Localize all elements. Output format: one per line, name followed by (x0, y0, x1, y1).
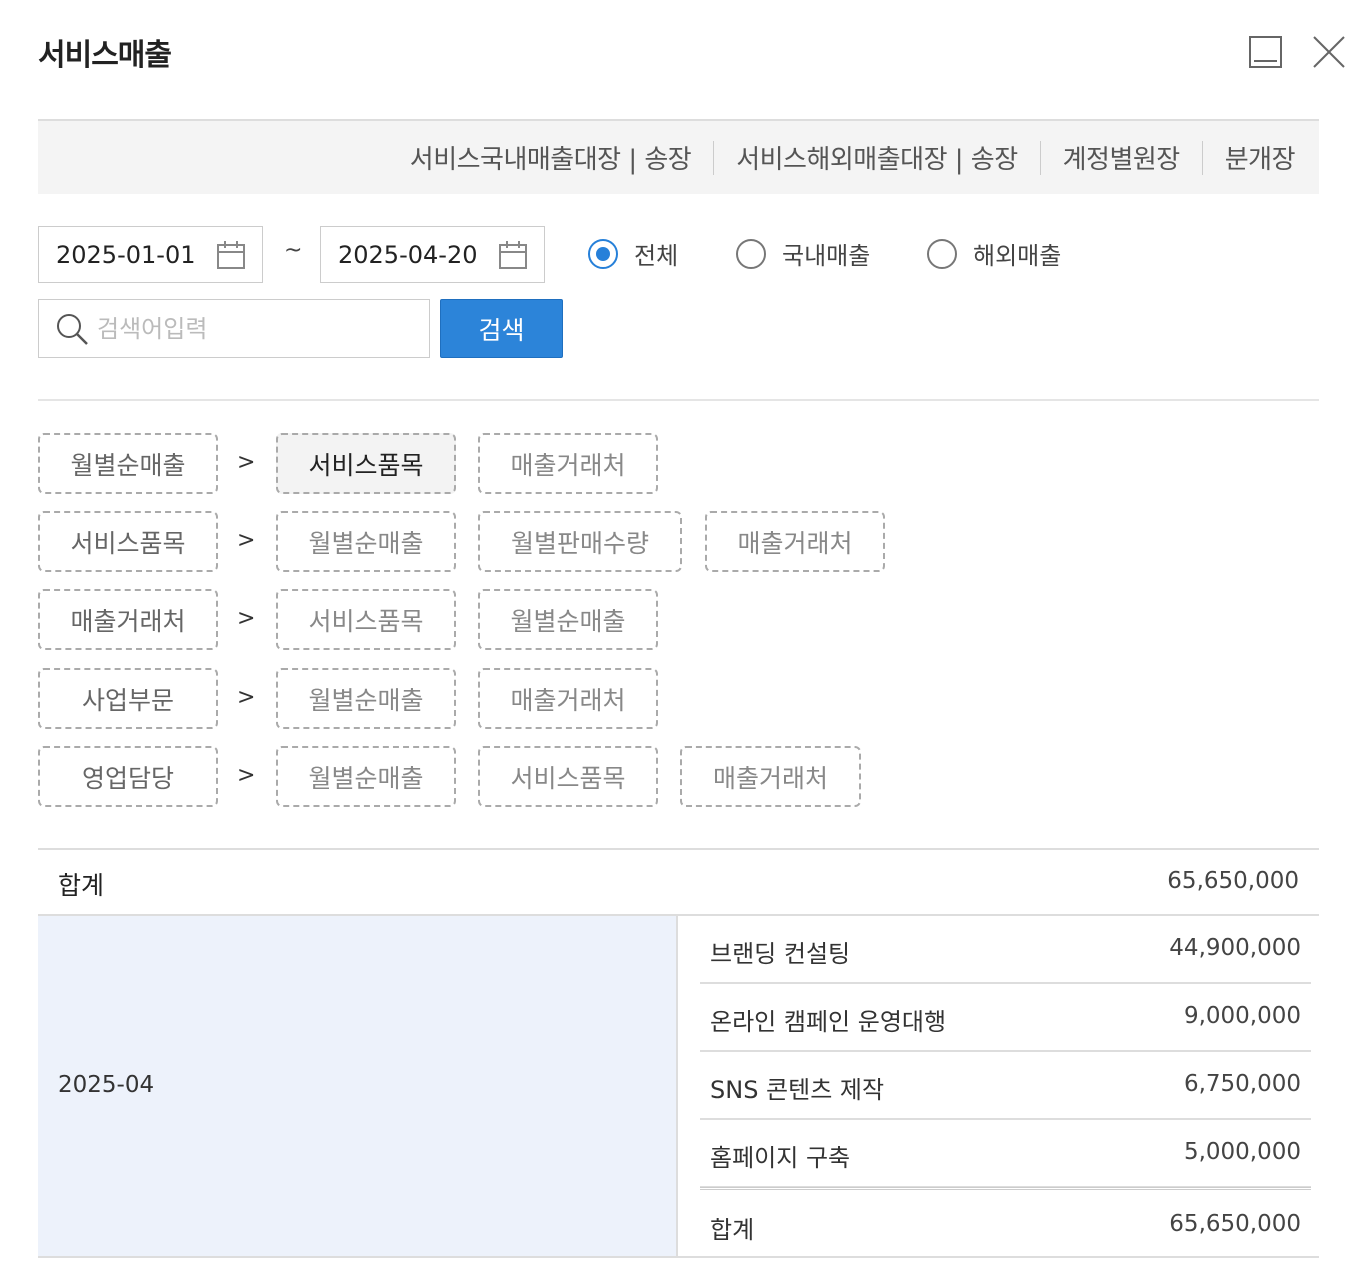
drill-chip[interactable]: 매출거래처 (680, 746, 861, 807)
drill-arrow: > (237, 685, 256, 710)
drill-arrow: > (237, 763, 256, 788)
drill-chip[interactable]: 매출거래처 (705, 511, 885, 572)
drill-chip[interactable]: 월별순매출 (276, 668, 456, 729)
drill-chip[interactable]: 월별순매출 (478, 589, 658, 650)
date-from-value: 2025-01-01 (56, 240, 196, 269)
radio-all[interactable]: 전체 (588, 236, 678, 271)
drill-arrow: > (237, 450, 256, 475)
link-journal[interactable]: 분개장 (1225, 139, 1296, 176)
search-input[interactable] (95, 313, 419, 344)
drill-head-chip[interactable]: 매출거래처 (38, 589, 218, 650)
grand-total-row: 합계 65,650,000 (38, 848, 1319, 916)
month-total-label: 합계 (710, 1216, 755, 1244)
table-row[interactable]: SNS 콘텐츠 제작 6,750,000 (700, 1053, 1311, 1120)
radio-domestic[interactable]: 국내매출 (736, 236, 870, 271)
drill-chip[interactable]: 월별판매수량 (478, 511, 682, 572)
radio-overseas[interactable]: 해외매출 (927, 236, 1061, 271)
link-domestic-ledger[interactable]: 서비스국내매출대장 | 송장 (410, 139, 692, 176)
search-button[interactable]: 검색 (440, 299, 563, 358)
report-link-bar: 서비스국내매출대장 | 송장 서비스해외매출대장 | 송장 계정별원장 분개장 (38, 119, 1319, 194)
close-icon[interactable] (1309, 32, 1349, 72)
drill-head-chip[interactable]: 영업담당 (38, 746, 218, 807)
drill-chip[interactable]: 매출거래처 (478, 668, 658, 729)
item-name: 홈페이지 구축 (710, 1144, 851, 1172)
table-bottom-border (678, 1256, 1319, 1258)
table-row[interactable]: 브랜딩 컨설팅 44,900,000 (700, 917, 1311, 984)
drill-chip-selected[interactable]: 서비스품목 (276, 433, 456, 494)
item-name: 온라인 캠페인 운영대행 (710, 1008, 947, 1036)
search-field[interactable] (38, 299, 430, 358)
drill-chip[interactable]: 서비스품목 (478, 746, 658, 807)
divider (38, 399, 1319, 401)
drill-chip[interactable]: 매출거래처 (478, 433, 658, 494)
drill-chip[interactable]: 서비스품목 (276, 589, 456, 650)
table-row[interactable]: 온라인 캠페인 운영대행 9,000,000 (700, 985, 1311, 1052)
grand-total-label: 합계 (58, 871, 105, 900)
grand-total-value: 65,650,000 (1167, 868, 1299, 894)
date-to-field[interactable]: 2025-04-20 (320, 226, 545, 283)
item-amount: 44,900,000 (1169, 935, 1301, 961)
drill-head-chip[interactable]: 서비스품목 (38, 511, 218, 572)
table-row[interactable]: 홈페이지 구축 5,000,000 (700, 1121, 1311, 1188)
drill-arrow: > (237, 528, 256, 553)
calendar-icon[interactable] (216, 240, 246, 270)
link-divider (1039, 140, 1041, 175)
radio-circle[interactable] (927, 238, 957, 269)
drill-chip[interactable]: 월별순매출 (276, 746, 456, 807)
drill-head-chip[interactable]: 사업부문 (38, 668, 218, 729)
radio-label: 국내매출 (782, 242, 871, 270)
link-divider (1201, 140, 1203, 175)
drill-arrow: > (237, 606, 256, 631)
radio-circle[interactable] (588, 238, 618, 269)
item-amount: 6,750,000 (1183, 1071, 1301, 1097)
item-name: 브랜딩 컨설팅 (710, 940, 851, 968)
drill-chip[interactable]: 월별순매출 (276, 511, 456, 572)
date-from-field[interactable]: 2025-01-01 (38, 226, 263, 283)
date-to-value: 2025-04-20 (338, 240, 478, 269)
search-icon (57, 313, 88, 345)
radio-label: 전체 (634, 242, 679, 270)
radio-label: 해외매출 (973, 242, 1062, 270)
calendar-icon[interactable] (498, 240, 528, 270)
window-title: 서비스매출 (38, 38, 172, 73)
month-cell[interactable]: 2025-04 (38, 916, 678, 1258)
range-separator: ~ (284, 238, 303, 263)
item-amount: 9,000,000 (1183, 1003, 1301, 1029)
link-divider (713, 140, 715, 175)
drill-head-chip[interactable]: 월별순매출 (38, 433, 218, 494)
radio-circle[interactable] (736, 238, 766, 269)
minimize-icon[interactable] (1246, 32, 1286, 72)
month-total-row: 합계 65,650,000 (700, 1187, 1311, 1256)
month-label: 2025-04 (58, 1072, 155, 1098)
link-account-ledger[interactable]: 계정별원장 (1063, 139, 1181, 176)
month-total-value: 65,650,000 (1169, 1211, 1301, 1237)
item-amount: 5,000,000 (1183, 1139, 1301, 1165)
item-name: SNS 콘텐츠 제작 (710, 1076, 885, 1104)
link-overseas-ledger[interactable]: 서비스해외매출대장 | 송장 (736, 139, 1018, 176)
